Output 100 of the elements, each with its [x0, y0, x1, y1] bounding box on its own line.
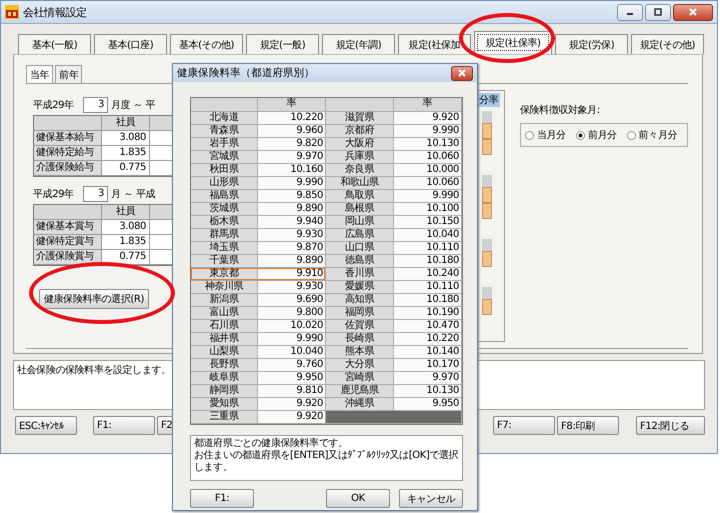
rate-cell[interactable]: 9.850	[258, 190, 326, 203]
tab[interactable]: 基本(その他)	[170, 34, 243, 54]
prefecture-cell[interactable]: 宮崎県	[326, 372, 394, 385]
rate-cell[interactable]: 10.170	[394, 359, 462, 372]
prefecture-cell[interactable]: 大分県	[326, 359, 394, 372]
prefecture-cell[interactable]: 沖縄県	[326, 398, 394, 411]
prefecture-cell[interactable]: 東京都	[191, 268, 258, 281]
rate-cell[interactable]: 10.110	[394, 242, 462, 255]
rate-cell[interactable]: 9.760	[258, 359, 326, 372]
prefecture-cell[interactable]: 神奈川県	[191, 281, 258, 294]
prefecture-cell[interactable]: 鹿児島県	[326, 385, 394, 398]
rate-cell[interactable]: 9.990	[394, 125, 462, 138]
prefecture-cell[interactable]: 福岡県	[326, 307, 394, 320]
function-key-button[interactable]: F7:	[493, 416, 555, 435]
prefecture-cell[interactable]: 長崎県	[326, 333, 394, 346]
rate-cell[interactable]: 9.890	[258, 255, 326, 268]
prefecture-cell[interactable]: 茨城県	[191, 203, 258, 216]
prefecture-cell[interactable]: 鳥取県	[326, 190, 394, 203]
tab[interactable]: 基本(一般)	[18, 34, 91, 54]
function-key-button[interactable]: ESC:ｷｬﾝｾﾙ	[15, 416, 77, 435]
prefecture-cell[interactable]: 島根県	[326, 203, 394, 216]
prefecture-cell[interactable]: 栃木県	[191, 216, 258, 229]
rate-cell[interactable]: 10.100	[394, 203, 462, 216]
rate-cell[interactable]: 9.920	[394, 112, 462, 125]
rate-cell[interactable]: 10.110	[394, 281, 462, 294]
rate-cell[interactable]: 10.140	[394, 346, 462, 359]
rate-cell[interactable]: 9.990	[394, 190, 462, 203]
prefecture-cell[interactable]: 静岡県	[191, 385, 258, 398]
prefecture-cell[interactable]: 和歌山県	[326, 177, 394, 190]
prefecture-cell[interactable]: 香川県	[326, 268, 394, 281]
prefecture-cell[interactable]: 福島県	[191, 190, 258, 203]
tab[interactable]: 規定(その他)	[631, 34, 704, 54]
month-field[interactable]: 3	[83, 186, 108, 202]
function-key-button[interactable]: F12:閉じる	[636, 416, 705, 435]
prefecture-cell[interactable]: 群馬県	[191, 229, 258, 242]
tab[interactable]: 規定(社保加	[398, 34, 471, 54]
rate-cell[interactable]: 10.470	[394, 320, 462, 333]
rate-cell[interactable]: 10.160	[258, 164, 326, 177]
prefecture-cell[interactable]: 熊本県	[326, 346, 394, 359]
rate-cell[interactable]: 10.220	[394, 333, 462, 346]
radio-button[interactable]: 前月分	[576, 128, 617, 142]
prefecture-cell[interactable]: 佐賀県	[326, 320, 394, 333]
prefecture-cell[interactable]: 山口県	[326, 242, 394, 255]
prefecture-cell[interactable]: 新潟県	[191, 294, 258, 307]
prefecture-cell[interactable]: 広島県	[326, 229, 394, 242]
prefecture-cell[interactable]: 岐阜県	[191, 372, 258, 385]
prefecture-cell[interactable]: 秋田県	[191, 164, 258, 177]
rate-cell[interactable]: 9.890	[258, 203, 326, 216]
rate-cell[interactable]: 9.950	[394, 398, 462, 411]
prefecture-cell[interactable]: 岩手県	[191, 138, 258, 151]
rate-cell[interactable]: 9.810	[258, 385, 326, 398]
rate-cell[interactable]: 9.990	[258, 177, 326, 190]
rate-cell[interactable]: 9.990	[258, 333, 326, 346]
rate-cell[interactable]: 9.920	[258, 398, 326, 411]
radio-button[interactable]: 前々月分	[626, 128, 678, 142]
prefecture-cell[interactable]: 大阪府	[326, 138, 394, 151]
prefecture-cell[interactable]: 宮城県	[191, 151, 258, 164]
prefecture-cell[interactable]: 埼玉県	[191, 242, 258, 255]
tab[interactable]: 基本(口座)	[94, 34, 167, 54]
month-field[interactable]: 3	[83, 97, 108, 113]
rate-cell[interactable]: 9.910	[258, 268, 326, 281]
prefecture-cell[interactable]: 北海道	[191, 112, 258, 125]
rate-cell[interactable]: 10.150	[394, 216, 462, 229]
rate-cell[interactable]: 9.920	[258, 411, 326, 424]
rate-cell[interactable]: 10.190	[394, 307, 462, 320]
tab[interactable]: 当年	[26, 65, 54, 83]
radio-button[interactable]: 当月分	[525, 128, 566, 142]
rate-cell[interactable]: 10.060	[394, 151, 462, 164]
rate-cell[interactable]: 10.000	[394, 164, 462, 177]
rate-cell[interactable]: 9.940	[258, 216, 326, 229]
rate-cell[interactable]: 10.240	[394, 268, 462, 281]
rate-cell[interactable]: 10.020	[258, 320, 326, 333]
prefecture-cell[interactable]: 山形県	[191, 177, 258, 190]
rate-cell[interactable]: 10.180	[394, 255, 462, 268]
dialog-button[interactable]: OK	[326, 489, 390, 508]
rate-cell[interactable]: 9.970	[258, 151, 326, 164]
prefecture-cell[interactable]: 青森県	[191, 125, 258, 138]
prefecture-cell[interactable]: 長野県	[191, 359, 258, 372]
rate-cell[interactable]: 10.180	[394, 294, 462, 307]
tab[interactable]: 規定(一般)	[246, 34, 319, 54]
rate-cell[interactable]: 9.800	[258, 307, 326, 320]
dialog-button[interactable]: キャンセル	[399, 489, 463, 508]
prefecture-cell[interactable]: 高知県	[326, 294, 394, 307]
rate-cell[interactable]: 9.690	[258, 294, 326, 307]
rate-cell[interactable]: 9.930	[258, 281, 326, 294]
tab[interactable]: 規定(労保)	[555, 34, 628, 54]
prefecture-cell[interactable]: 兵庫県	[326, 151, 394, 164]
rate-select-button[interactable]: 健康保険料率の選択(R)	[39, 289, 149, 309]
tab[interactable]: 前年	[55, 65, 82, 83]
rate-cell[interactable]: 9.930	[258, 229, 326, 242]
function-key-button[interactable]: F1:	[93, 416, 155, 435]
prefecture-cell[interactable]: 岡山県	[326, 216, 394, 229]
rate-cell[interactable]: 10.040	[258, 346, 326, 359]
prefecture-cell[interactable]: 奈良県	[326, 164, 394, 177]
prefecture-cell[interactable]: 福井県	[191, 333, 258, 346]
function-key-button[interactable]: F8:印刷	[557, 416, 619, 435]
prefecture-cell[interactable]: 石川県	[191, 320, 258, 333]
dialog-button[interactable]: F1:	[190, 489, 254, 508]
rate-cell[interactable]: 9.870	[258, 242, 326, 255]
rate-cell[interactable]: 9.950	[258, 372, 326, 385]
